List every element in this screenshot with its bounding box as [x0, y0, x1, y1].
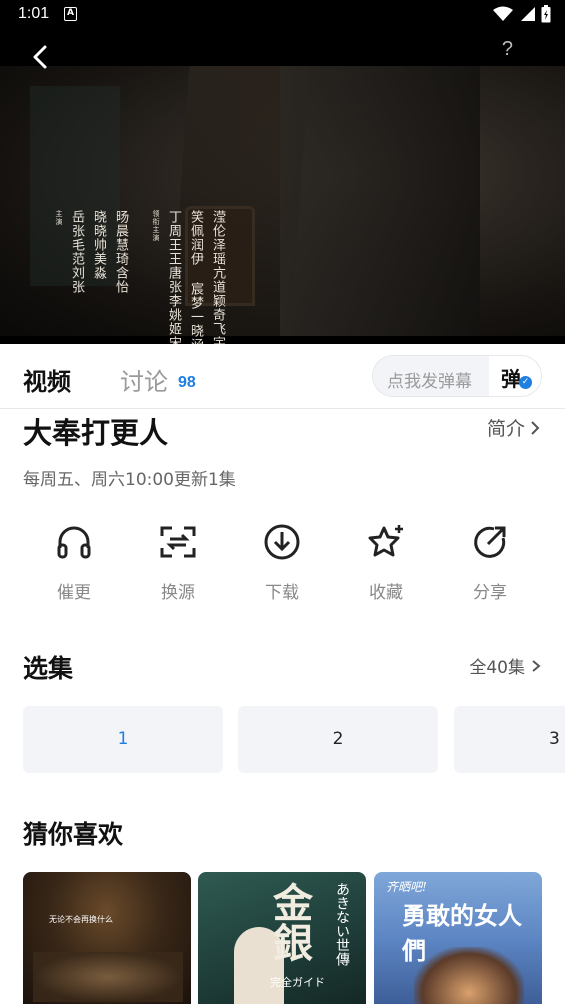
action-label: 分享 — [473, 583, 507, 603]
credit-column: 晓晓帅美淼 — [91, 210, 106, 280]
intro-link[interactable]: 简介 — [487, 414, 541, 441]
action-label: 换源 — [161, 583, 195, 603]
wifi-icon — [493, 6, 513, 21]
poster-title: 金銀 — [266, 882, 313, 962]
episodes-title: 选集 — [23, 654, 74, 683]
poster-caption: 完全ガイド — [270, 976, 325, 989]
poster-caption: 齐晒吧! — [386, 880, 427, 894]
episode-button-3[interactable]: 3 — [454, 706, 565, 773]
discuss-count-badge: 98 — [178, 374, 196, 391]
episode-button-1[interactable]: 1 — [23, 706, 223, 773]
episode-button-2[interactable]: 2 — [238, 706, 438, 773]
share-icon — [474, 526, 506, 558]
credit-tag: 主演 — [55, 210, 63, 226]
status-icons — [493, 5, 551, 23]
credit-column: 丁周王王唐张李姚姬宋魏 — [166, 210, 181, 344]
status-bar: 1:01 A — [0, 0, 565, 30]
chevron-right-icon — [531, 420, 540, 435]
urge-update-button[interactable]: 催更 — [22, 522, 126, 603]
credit-column: 旸晨慧琦含怡 — [113, 210, 128, 294]
recommend-card[interactable]: 齐晒吧! 勇敢的女人們 — [374, 872, 542, 1004]
all-episodes-label: 全40集 — [469, 658, 525, 678]
danmaku-button-label: 弹 — [501, 367, 521, 391]
credit-column: 笑佩润伊 宸梦一晓涵子 — [188, 210, 203, 344]
action-label: 催更 — [57, 583, 91, 603]
show-title: 大奉打更人 — [23, 416, 169, 450]
signal-icon — [521, 7, 535, 21]
back-button[interactable] — [26, 42, 56, 72]
star-icon — [368, 525, 403, 557]
credit-column: 滢伦泽瑶亢道颖奇飞宇昕 — [210, 210, 225, 344]
video-player[interactable]: 主演 岳张毛范刘张 晓晓帅美淼 旸晨慧琦含怡 领衔主演 丁周王王唐张李姚姬宋魏 … — [0, 30, 565, 344]
tab-discuss[interactable]: 讨论 — [120, 362, 168, 397]
action-label: 下载 — [265, 583, 299, 603]
opening-credits: 主演 岳张毛范刘张 晓晓帅美淼 旸晨慧琦含怡 领衔主演 丁周王王唐张李姚姬宋魏 … — [54, 210, 226, 344]
credit-tag: 领衔主演 — [152, 210, 160, 242]
danmaku-input-box[interactable]: 点我发弹幕 弹 ✓ — [372, 355, 542, 397]
chevron-left-icon — [33, 45, 47, 69]
tab-bar: 视频 讨论 98 点我发弹幕 弹 ✓ — [0, 344, 565, 409]
headphones-icon — [57, 526, 91, 559]
recommend-title: 猜你喜欢 — [23, 820, 124, 849]
favorite-button[interactable]: 收藏 — [334, 522, 438, 603]
battery-icon — [541, 5, 551, 23]
update-schedule: 每周五、周六10:00更新1集 — [23, 470, 236, 490]
action-row: 催更 换源 下载 收藏 分享 — [22, 522, 542, 612]
tab-video[interactable]: 视频 — [23, 362, 71, 397]
intro-label: 简介 — [486, 418, 525, 440]
action-label: 收藏 — [369, 583, 403, 603]
poster-subtitle: あきない世傳 — [334, 882, 350, 966]
help-button[interactable]: ? — [502, 38, 513, 61]
recommend-card[interactable]: 金銀 あきない世傳 完全ガイド — [198, 872, 366, 1004]
switch-source-button[interactable]: 换源 — [126, 522, 230, 603]
download-icon — [264, 524, 300, 560]
danmaku-toggle-button[interactable]: 弹 ✓ — [489, 356, 541, 396]
recommend-card[interactable]: 无论不会再换什么 — [23, 872, 191, 1004]
download-button[interactable]: 下载 — [230, 522, 334, 603]
status-time: 1:01 — [18, 5, 50, 22]
share-button[interactable]: 分享 — [438, 522, 542, 603]
all-episodes-link[interactable]: 全40集 — [469, 653, 541, 678]
switch-source-icon — [160, 526, 196, 558]
poster-text: 无论不会再换什么 — [49, 915, 113, 924]
danmaku-input[interactable]: 点我发弹幕 — [387, 367, 472, 392]
check-icon: ✓ — [519, 376, 532, 389]
chevron-right-icon — [532, 659, 541, 672]
credit-column: 岳张毛范刘张 — [69, 210, 84, 294]
notification-icon: A — [64, 7, 77, 21]
